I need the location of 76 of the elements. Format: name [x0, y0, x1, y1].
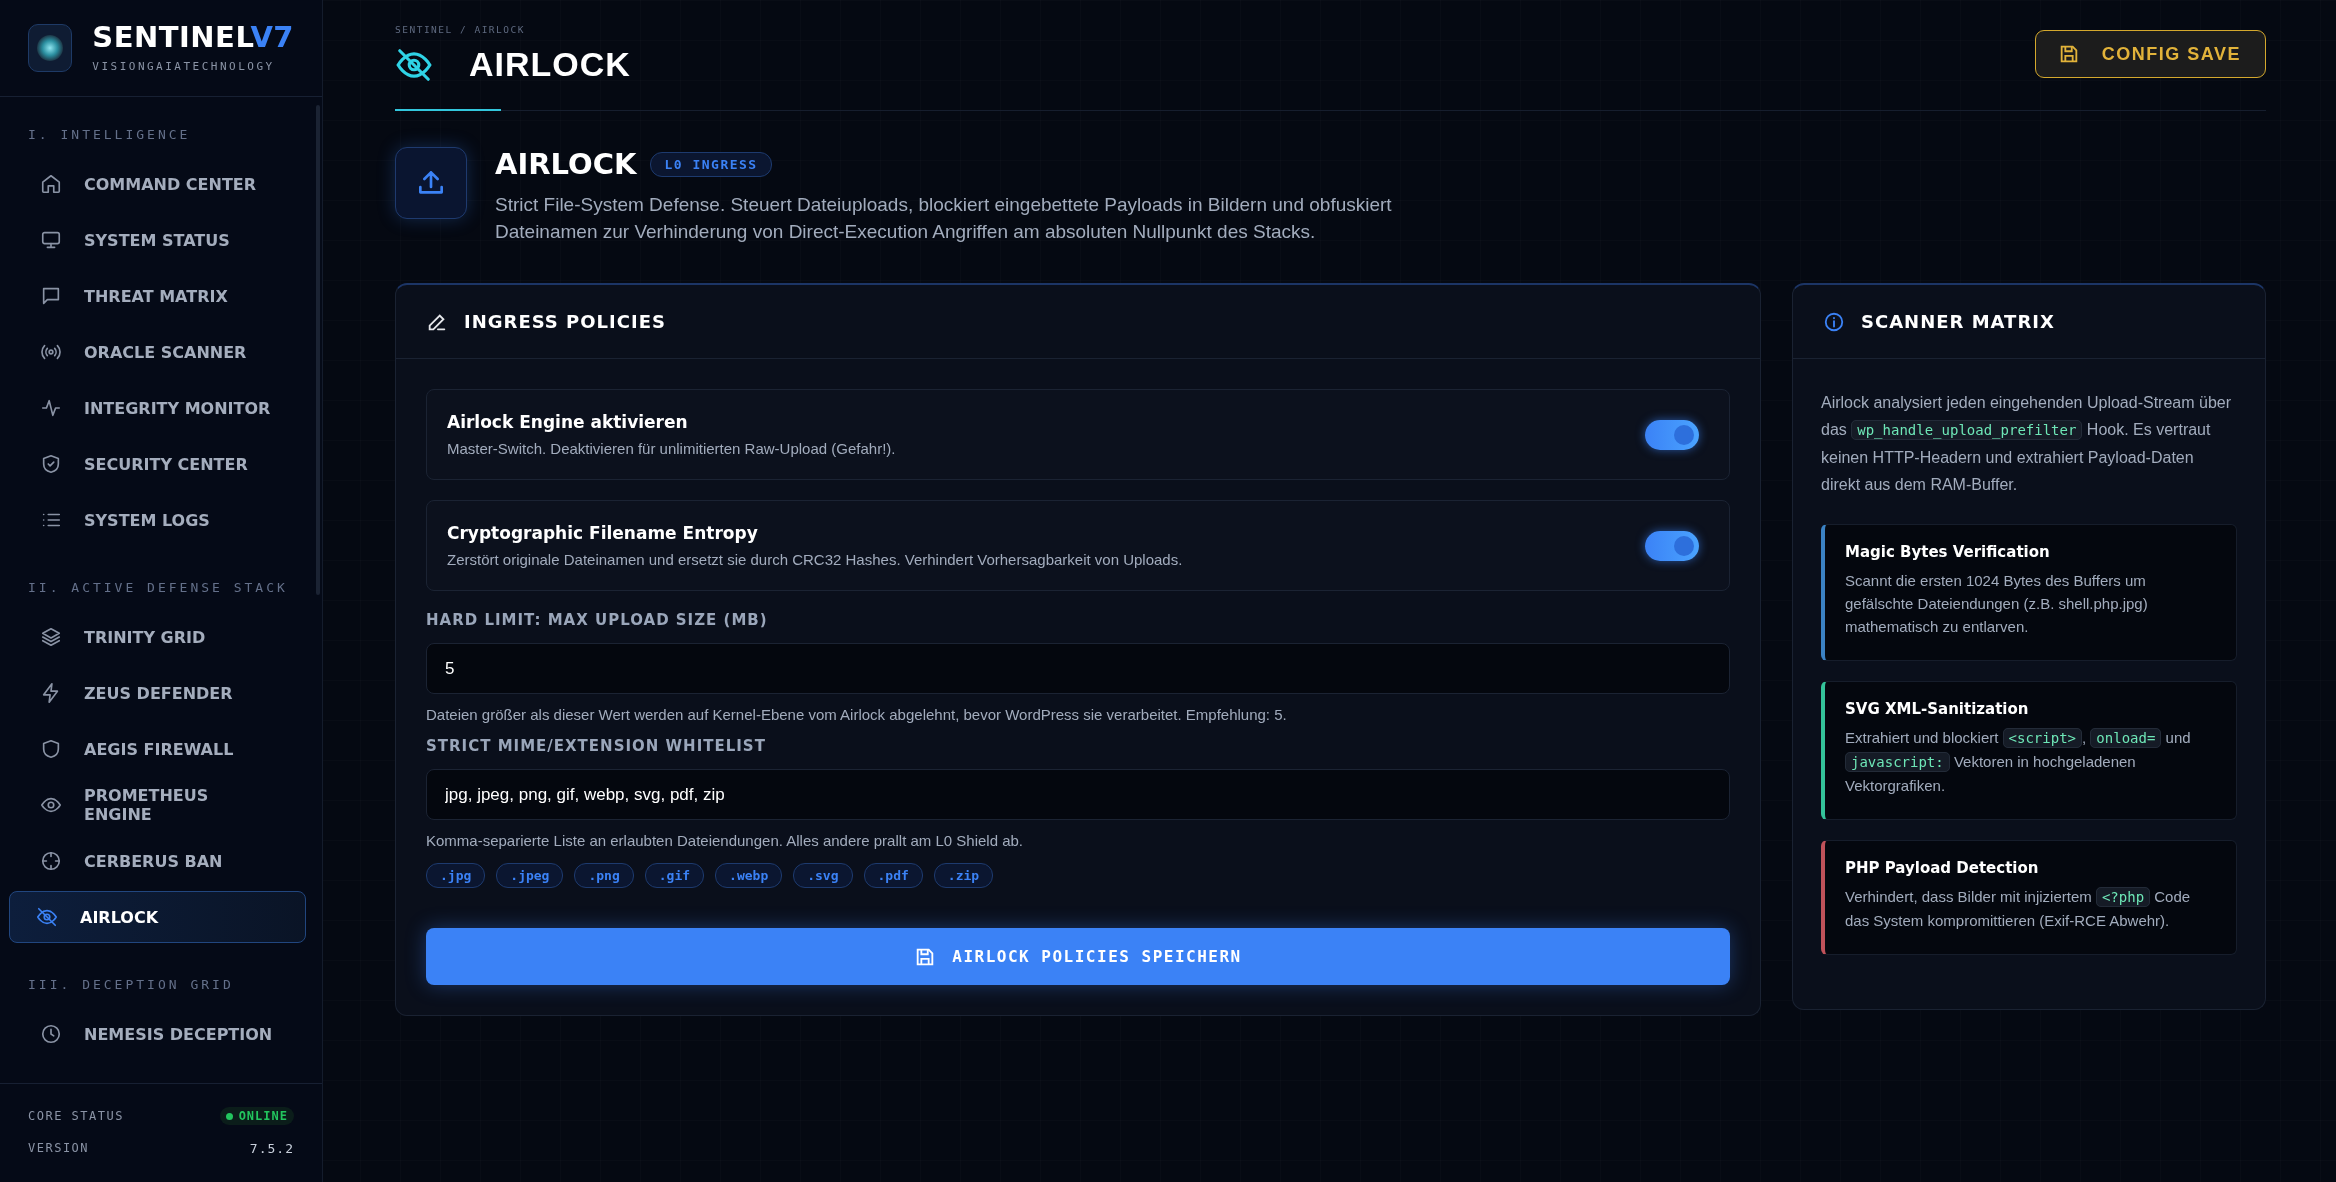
module-title: AIRLOCK	[495, 147, 637, 181]
extension-tag: .svg	[793, 863, 853, 888]
section-title: II. ACTIVE DEFENSE STACK	[27, 579, 289, 597]
save-policies-button[interactable]: AIRLOCK POLICIES SPEICHERN	[426, 928, 1730, 985]
section-title: III. DECEPTION GRID	[27, 976, 235, 994]
setting-description: Zerstört originale Dateinamen und ersetzt sie durch CRC32 Hashes. Verhindert Vorhersagbarkeit von Uploads.	[447, 551, 1183, 568]
input-field[interactable]: 5	[426, 643, 1730, 694]
card-title: PHP Payload Detection	[1845, 859, 2040, 877]
card-text: Scannt die ersten 1024 Bytes des Buffers um gefälschte Dateiendungen (z.B. shell.php.jpg) mathematisch zu entlarven.	[1845, 571, 2149, 637]
code-snippet: wp_handle_upload_prefilter	[1851, 420, 2083, 440]
chat-bubble-icon	[40, 285, 62, 307]
nav-item[interactable]: AIRLOCK	[9, 891, 306, 943]
card-text: Verhindert, dass Bilder mit injiziertem <?php Code das System kompromittieren (Exif-RCE Abwehr).	[1845, 886, 2192, 931]
config-save-button[interactable]: CONFIG SAVE	[2034, 30, 2266, 78]
extension-tag: .png	[574, 863, 634, 888]
pulse-icon	[40, 397, 62, 419]
extension-tag: .pdf	[863, 863, 923, 888]
section-title: I. INTELLIGENCE	[27, 126, 192, 144]
extension-tag: .jpeg	[496, 863, 564, 888]
nav-item[interactable]: INTEGRITY MONITOR	[9, 382, 306, 434]
info-icon	[1823, 310, 1845, 333]
code-snippet: onload=	[2090, 728, 2162, 748]
code-snippet: javascript:	[1845, 752, 1950, 772]
version-label: VERSION	[28, 1141, 90, 1155]
version-number: 7.5.2	[249, 1140, 294, 1156]
input-field[interactable]: jpg, jpeg, png, gif, webp, svg, pdf, zip	[426, 769, 1730, 820]
nav-item[interactable]: PROMETHEUS ENGINE	[9, 779, 306, 831]
nav-item[interactable]: ORACLE SCANNER	[9, 326, 306, 378]
card-text: Extrahiert und blockiert <script> , onload= und javascript: Vektoren in hochgeladenen Vektorgrafiken.	[1845, 727, 2192, 796]
logo-icon	[28, 24, 73, 72]
layers-icon	[40, 626, 62, 648]
module-description: Strict File-System Defense. Steuert Dateiuploads, blockiert eingebettete Payloads in Bildern und obfuskiert Dateinamen zur Verhinderung von Direct-Execution Angriffen am absoluten Nullpunkt des Stacks.	[495, 193, 1393, 244]
extension-tag: .webp	[715, 863, 783, 888]
nav-item[interactable]: SYSTEM STATUS	[9, 214, 306, 266]
extension-tag: .zip	[933, 863, 994, 888]
crosshair-icon	[40, 850, 62, 872]
panel-title: SCANNER MATRIX	[1861, 311, 2055, 332]
nav-item[interactable]: ZEUS DEFENDER	[9, 667, 306, 719]
clock-icon	[40, 1023, 62, 1045]
nav-item[interactable]: SECURITY CENTER	[9, 438, 306, 490]
scanner-intro: Airlock analysiert jeden eingehenden Upload-Stream über das wp_handle_upload_prefilter Hook. Es vertraut keinen HTTP-Headern und extrahiert Payload-Daten direkt aus dem RAM-Buffer.	[1821, 393, 2233, 495]
field-hint: Komma-separierte Liste an erlaubten Dateiendungen. Alles andere prallt am L0 Shield ab.	[426, 832, 1025, 849]
brand-tagline: VISIONGAIATECHNOLOGY	[92, 60, 276, 73]
nav-item[interactable]: CERBERUS BAN	[9, 835, 306, 887]
shield-check-icon	[40, 453, 62, 475]
breadcrumb: SENTINEL / AIRLOCK	[395, 24, 526, 35]
eye-off-icon	[36, 906, 58, 928]
setting-label: Cryptographic Filename Entropy	[447, 523, 759, 543]
nav-item[interactable]: THREAT MATRIX	[9, 270, 306, 322]
nav-item[interactable]: TRINITY GRID	[9, 611, 306, 663]
page-title: AIRLOCK	[469, 45, 631, 84]
layer-badge: L0 INGRESS	[650, 151, 772, 177]
setting-label: Airlock Engine aktivieren	[447, 412, 689, 432]
extension-tag: .gif	[644, 863, 705, 888]
toggle-switch[interactable]	[1645, 530, 1699, 561]
code-snippet: <?php	[2095, 887, 2151, 907]
field-label: HARD LIMIT: MAX UPLOAD SIZE (MB)	[426, 611, 769, 629]
code-snippet: <script>	[2002, 728, 2082, 748]
status-label: CORE STATUS	[28, 1109, 124, 1123]
field-hint: Dateien größer als dieser Wert werden auf Kernel-Ebene vom Airlock abgelehnt, bevor WordPress sie verarbeitet. Empfehlung: 5.	[426, 706, 1288, 723]
nav-item[interactable]: COMMAND CENTER	[9, 158, 306, 210]
setting-description: Master-Switch. Deaktivieren für unlimitierten Raw-Upload (Gefahr!).	[447, 440, 896, 457]
field-label: STRICT MIME/EXTENSION WHITELIST	[426, 737, 767, 755]
toggle-switch[interactable]	[1645, 419, 1699, 450]
status-badge: ONLINE	[219, 1107, 294, 1125]
nav-item[interactable]: NEMESIS DECEPTION	[9, 1008, 306, 1060]
home-icon	[40, 173, 62, 195]
extension-tag: .jpg	[426, 863, 486, 888]
card-title: SVG XML-Sanitization	[1845, 700, 2030, 718]
brand-name: SENTINELV7	[92, 23, 294, 52]
monitor-icon	[40, 229, 62, 251]
panel-title: INGRESS POLICIES	[464, 311, 666, 332]
shield-icon	[40, 738, 62, 760]
nav-item[interactable]: SYSTEM LOGS	[9, 494, 306, 546]
nav-item[interactable]: AEGIS FIREWALL	[9, 723, 306, 775]
card-title: Magic Bytes Verification	[1845, 543, 2051, 561]
